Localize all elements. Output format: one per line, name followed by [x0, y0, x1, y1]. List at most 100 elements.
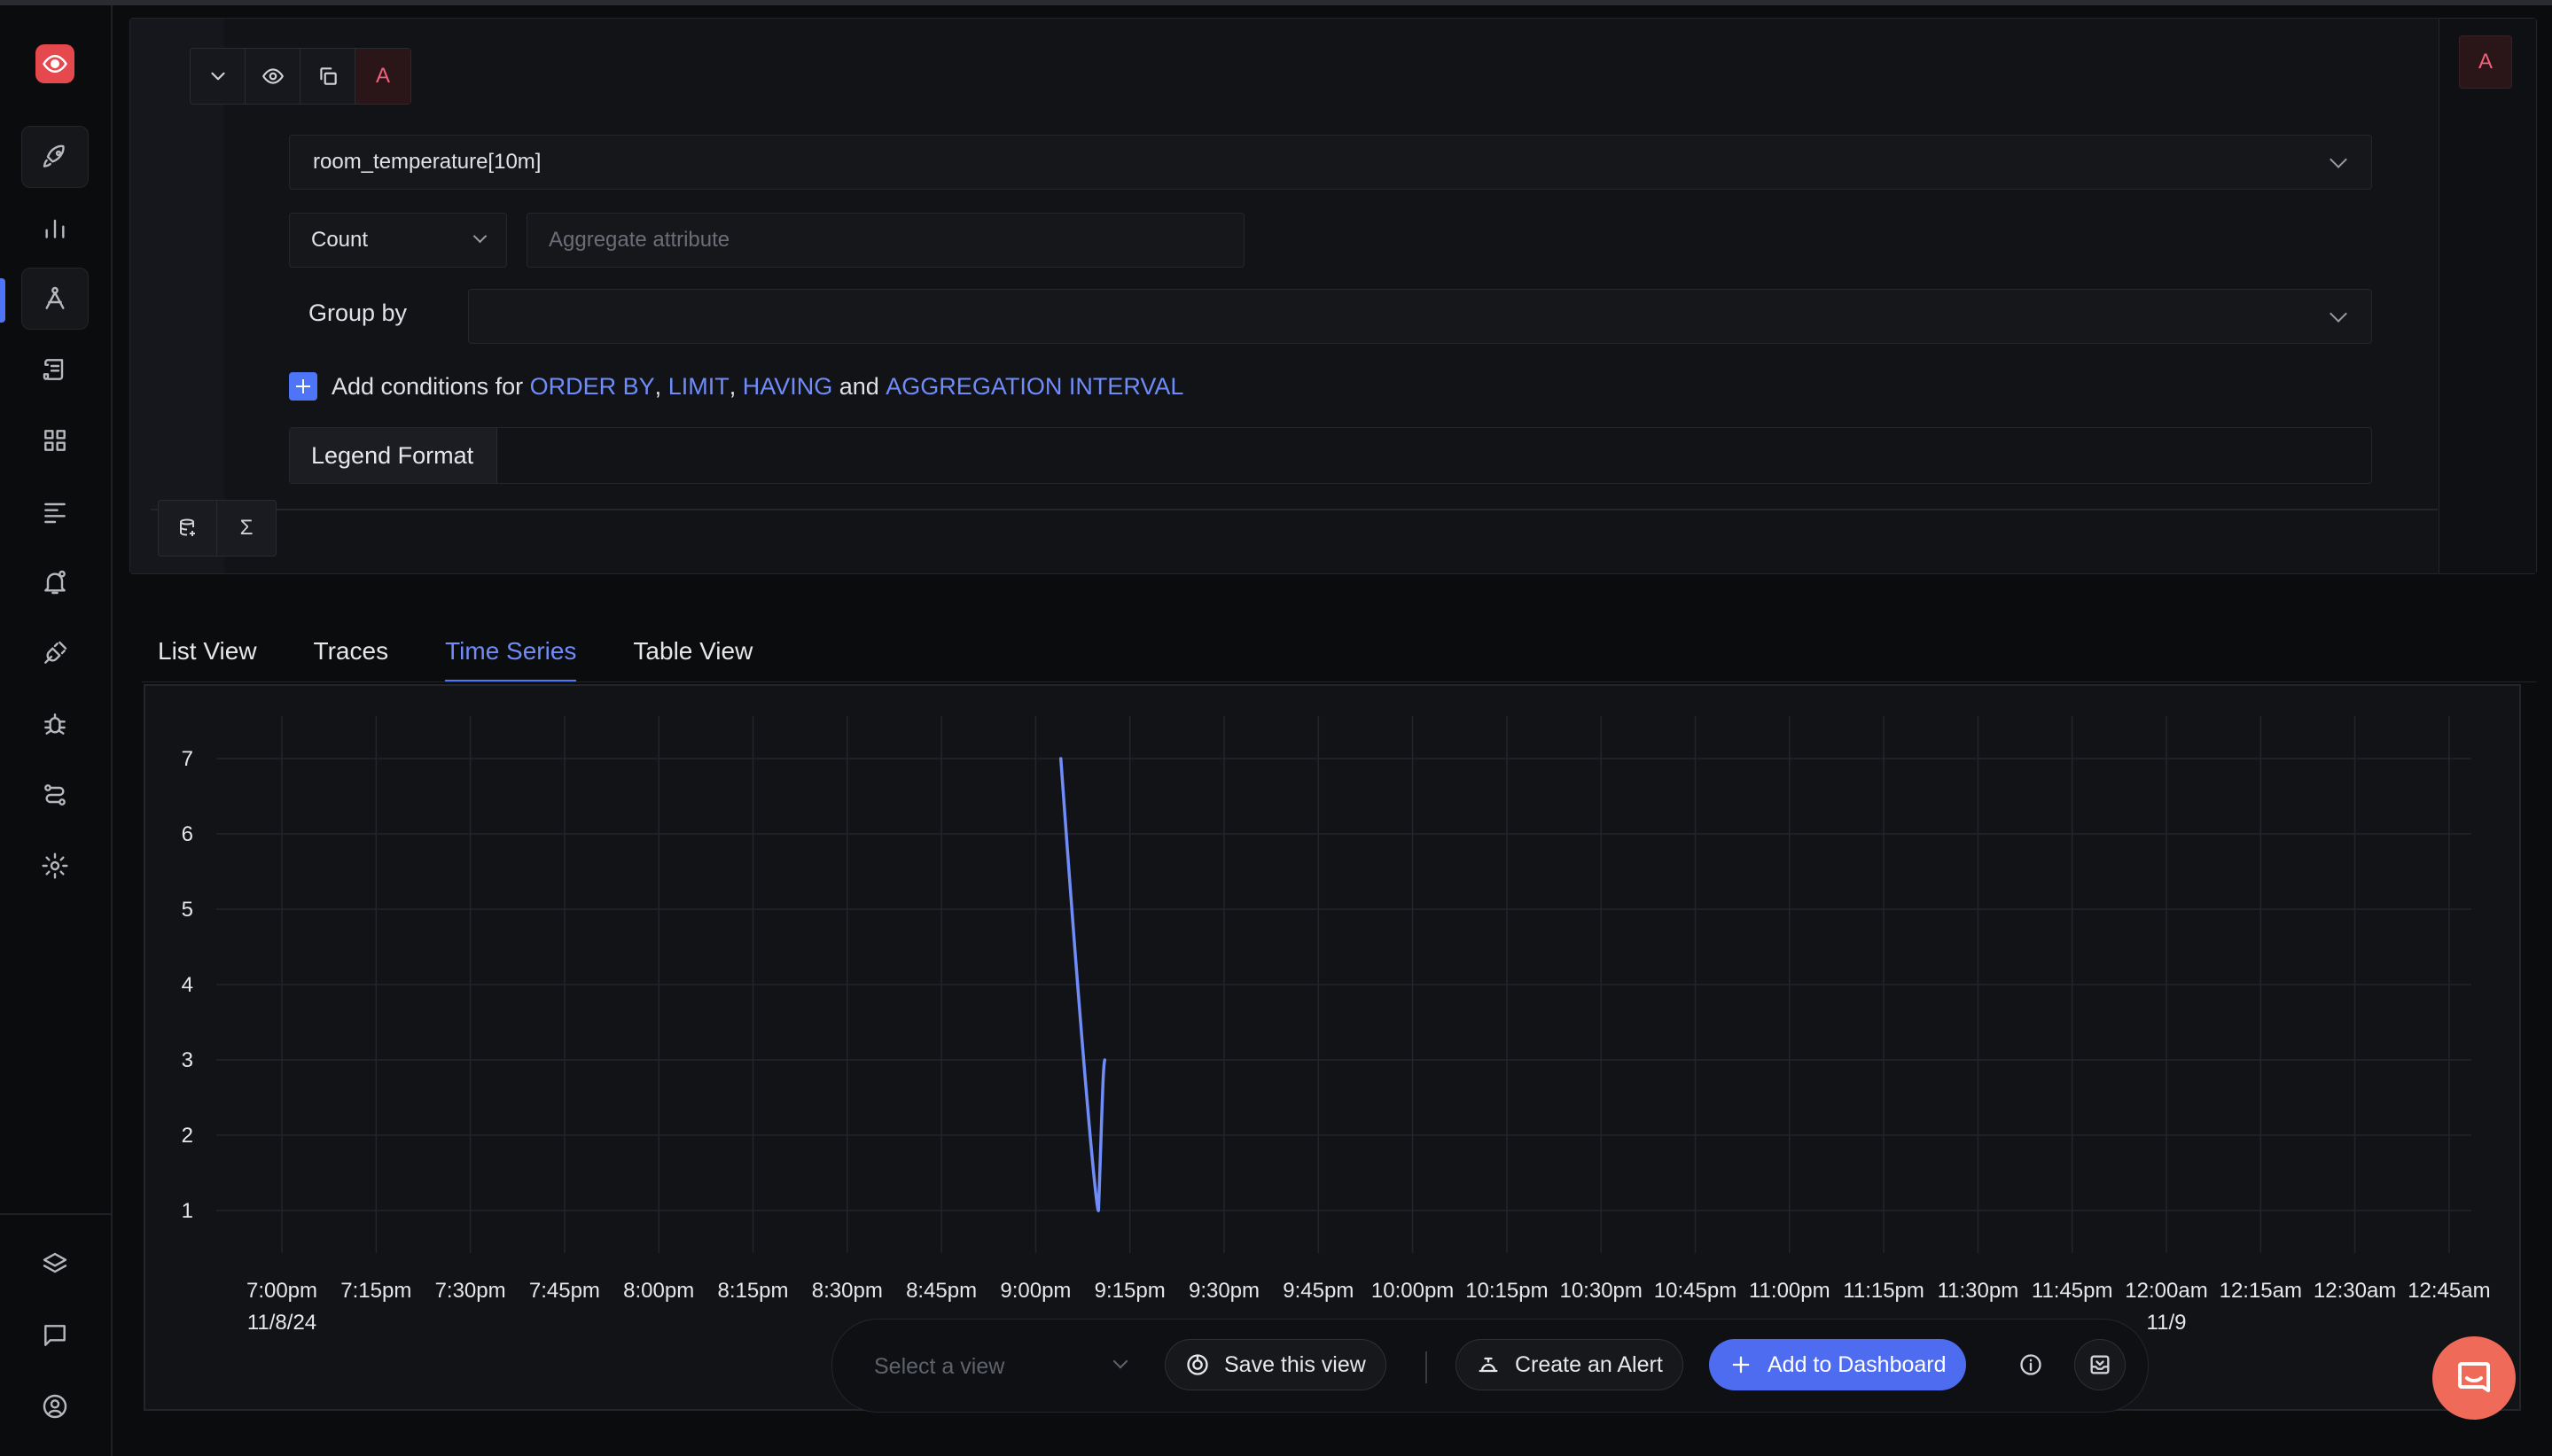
export-button[interactable]	[2074, 1339, 2126, 1390]
select-view-placeholder: Select a view	[874, 1353, 1005, 1379]
select-view-dropdown[interactable]: Select a view	[874, 1343, 1140, 1390]
add-formula-button[interactable]: Σ	[217, 501, 276, 556]
grid-icon	[44, 430, 66, 451]
query-letter-badge[interactable]: A	[355, 49, 410, 104]
x-tick-label: 11:15pm	[1843, 1279, 1924, 1303]
x-tick-label: 7:00pm	[246, 1279, 317, 1303]
scroll-icon	[43, 359, 64, 380]
user-circle-icon	[43, 1394, 67, 1419]
y-tick-label: 6	[182, 822, 193, 846]
sidebar-item-explorer[interactable]	[21, 268, 89, 330]
order-by-link[interactable]: ORDER BY	[530, 373, 655, 401]
x-tick-label: 12:00am	[2125, 1279, 2207, 1303]
y-tick-label: 2	[182, 1124, 193, 1148]
sidebar-item-account[interactable]	[21, 1375, 89, 1437]
tab-traces[interactable]: Traces	[314, 620, 389, 682]
chevron-down-icon	[210, 72, 225, 81]
sigma-icon: Σ	[239, 516, 254, 540]
save-view-button[interactable]: Save this view	[1165, 1339, 1386, 1390]
sidebar-item-exceptions[interactable]	[21, 693, 89, 755]
sidebar-divider	[0, 1213, 111, 1215]
sidebar-item-metrics[interactable]	[21, 197, 89, 259]
x-tick-label: 8:30pm	[812, 1279, 883, 1303]
sidebar-item-settings[interactable]	[21, 835, 89, 897]
action-bar-separator	[1425, 1351, 1427, 1383]
compass-icon	[45, 286, 65, 309]
x-tick-label: 8:15pm	[717, 1279, 788, 1303]
sidebar-item-pipelines[interactable]	[21, 480, 89, 542]
bug-icon	[44, 713, 66, 735]
y-tick-label: 4	[182, 973, 193, 997]
add-conditions-plus-icon[interactable]	[289, 372, 317, 401]
x-tick-label: 7:45pm	[529, 1279, 600, 1303]
metric-select[interactable]: room_temperature[10m]	[289, 135, 2372, 190]
route-icon	[44, 784, 66, 806]
x-tick-label: 8:45pm	[906, 1279, 977, 1303]
chart-svg: 7:00pm 7:15pm 7:30pm 7:45pm 8:00pm 8:15pm 8:30…	[182, 716, 2491, 1335]
add-query-button[interactable]	[159, 501, 217, 556]
x-tick-label: 10:45pm	[1654, 1279, 1736, 1303]
tab-list-view[interactable]: List View	[158, 620, 257, 682]
query-bottom-tools: Σ	[158, 500, 277, 557]
aggregate-attribute-input[interactable]: Aggregate attribute	[527, 213, 1245, 268]
x-tick-label: 8:00pm	[623, 1279, 694, 1303]
sidebar-active-indicator	[0, 278, 5, 323]
add-to-dashboard-button[interactable]: Add to Dashboard	[1709, 1339, 1966, 1390]
bell-icon	[44, 570, 66, 595]
copy-icon	[319, 67, 337, 85]
y-tick-label: 3	[182, 1048, 193, 1072]
separator-and: and	[832, 372, 886, 400]
bar-chart-icon	[45, 219, 65, 238]
x-tick-label: 9:30pm	[1189, 1279, 1260, 1303]
separator-comma: ,	[654, 372, 668, 400]
plug-icon	[44, 641, 67, 664]
aggregate-operator-select[interactable]: Count	[289, 213, 507, 268]
logo[interactable]	[35, 44, 74, 83]
x-tick-label: 7:15pm	[340, 1279, 411, 1303]
create-alert-label: Create an Alert	[1515, 1351, 1663, 1377]
add-conditions-prefix: Add conditions for	[332, 372, 530, 400]
tab-time-series[interactable]: Time Series	[445, 620, 577, 682]
layers-icon	[43, 1252, 67, 1273]
y-tick-label: 7	[182, 747, 193, 771]
info-button[interactable]	[2005, 1339, 2056, 1390]
sidebar-item-service-map[interactable]	[21, 764, 89, 826]
chat-support-button[interactable]	[2432, 1336, 2516, 1420]
sidebar-item-dashboards[interactable]	[21, 409, 89, 471]
plus-icon	[1732, 1356, 1750, 1374]
sidebar-item-feedback[interactable]	[21, 1304, 89, 1366]
x-tick-label: 11:00pm	[1749, 1279, 1830, 1303]
toggle-visibility-button[interactable]	[246, 49, 300, 104]
having-link[interactable]: HAVING	[743, 373, 833, 401]
sidebar-item-alerts[interactable]	[21, 551, 89, 613]
sidebar-item-layers[interactable]	[21, 1234, 89, 1296]
metric-value: room_temperature[10m]	[313, 150, 542, 174]
query-panel-divider	[151, 509, 2438, 510]
gear-icon	[42, 853, 68, 879]
message-icon	[44, 1325, 66, 1346]
sidebar-item-get-started[interactable]	[21, 126, 89, 188]
x-tick-label: 9:00pm	[1000, 1279, 1071, 1303]
create-alert-button[interactable]: Create an Alert	[1455, 1339, 1683, 1390]
aggregation-interval-link[interactable]: AGGREGATION INTERVAL	[886, 373, 1183, 401]
sidebar-item-integrations[interactable]	[21, 622, 89, 684]
x-tick-label: 10:15pm	[1465, 1279, 1548, 1303]
chevron-down-icon	[2330, 305, 2347, 323]
x-tick-label: 10:00pm	[1371, 1279, 1454, 1303]
group-by-select[interactable]	[468, 289, 2372, 344]
chevron-down-icon	[2330, 151, 2347, 168]
alarm-bell-icon	[1479, 1357, 1498, 1373]
group-by-label: Group by	[308, 300, 408, 326]
time-series-chart[interactable]: 7:00pm 7:15pm 7:30pm 7:45pm 8:00pm 8:15pm 8:30…	[144, 684, 2521, 1411]
clone-query-button[interactable]	[300, 49, 355, 104]
info-icon	[2020, 1354, 2041, 1375]
sidebar-item-logs[interactable]	[21, 339, 89, 401]
eye-icon	[43, 54, 67, 74]
collapse-query-button[interactable]	[191, 49, 246, 104]
query-panel-right-strip	[2439, 19, 2536, 573]
x-tick-label: 12:45am	[2408, 1279, 2490, 1303]
limit-link[interactable]: LIMIT	[668, 373, 730, 401]
query-side-badge[interactable]: A	[2459, 35, 2512, 89]
tab-table-view[interactable]: Table View	[633, 620, 753, 682]
legend-format-field[interactable]: Legend Format	[289, 427, 2372, 484]
